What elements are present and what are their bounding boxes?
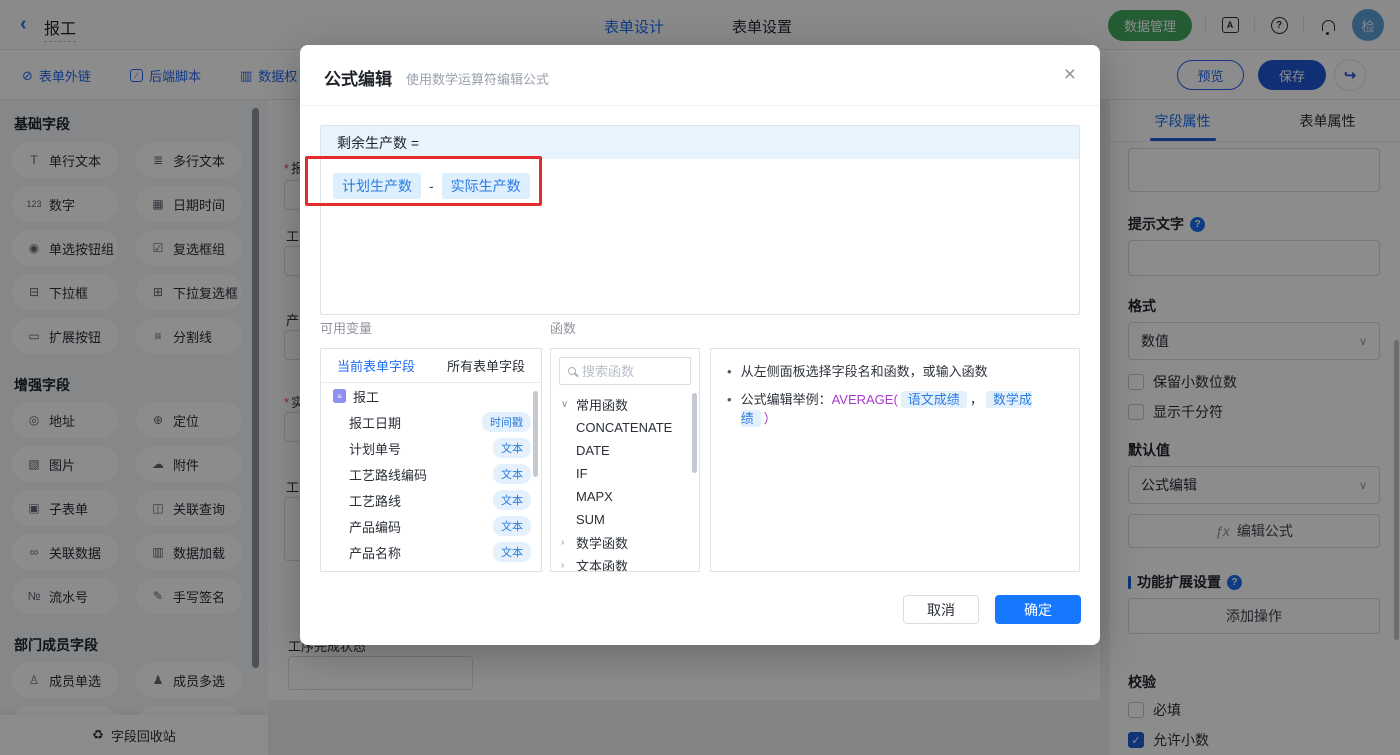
cancel-button[interactable]: 取消 [903,595,979,624]
functions-scrollbar-thumb[interactable] [692,393,697,473]
variable-row[interactable]: 产品名称 文本 [321,539,541,565]
type-badge: 文本 [493,464,531,484]
form-node[interactable]: ≡ 报工 [321,383,541,409]
close-icon[interactable]: × [1064,63,1076,87]
tip-line: • 从左侧面板选择字段名和函数，或输入函数 [727,364,988,379]
formula-edit-modal: 公式编辑 使用数学运算符编辑公式 × 剩余生产数 = 计划生产数 - 实际生产数… [300,45,1100,645]
formula-editor[interactable]: 剩余生产数 = 计划生产数 - 实际生产数 [320,125,1080,315]
modal-title: 公式编辑 [324,70,392,89]
variable-row[interactable]: 计划单号 文本 [321,435,541,461]
type-badge: 时间戳 [482,412,531,432]
function-item[interactable]: MAPX [551,485,699,508]
formula-expression: 计划生产数 - 实际生产数 [321,159,1079,199]
variables-scrollbar-thumb[interactable] [533,391,538,477]
modal-subtitle: 使用数学运算符编辑公式 [406,72,550,87]
function-group-text[interactable]: › 文本函数 [551,554,699,571]
divider [300,105,1100,106]
bullet-icon: • [727,364,732,379]
tab-all-form-fields[interactable]: 所有表单字段 [431,356,541,375]
bullet-icon: • [727,392,732,407]
chevron-right-icon: › [561,537,565,548]
function-group-common[interactable]: ∨ 常用函数 [551,393,699,416]
confirm-button[interactable]: 确定 [995,595,1081,624]
function-item[interactable]: SUM [551,508,699,531]
type-badge: 文本 [493,438,531,458]
formula-chip-actual[interactable]: 实际生产数 [441,173,530,199]
function-item[interactable]: CONCATENATE [551,416,699,439]
variables-tabs: 当前表单字段 所有表单字段 [321,349,541,383]
variable-row[interactable]: 工艺路线 文本 [321,487,541,513]
search-icon [568,367,576,375]
formula-lhs: 剩余生产数 = [321,126,1079,159]
variable-row[interactable]: 报工日期 时间戳 [321,409,541,435]
type-badge: 文本 [493,516,531,536]
functions-label: 函数 [550,321,577,336]
chevron-down-icon: ∨ [561,399,569,410]
tips-panel: • 从左侧面板选择字段名和函数，或输入函数 • 公式编辑举例：AVERAGE(语… [710,348,1080,572]
function-item[interactable]: DATE [551,439,699,462]
variables-label: 可用变量 [320,321,373,336]
app-root: ‹ 报工 表单设计 表单设置 数据管理 A ? 检 ⊘ 表单外链 ∕ 后端脚本 … [0,0,1400,755]
variable-row[interactable]: 工艺路线编码 文本 [321,461,541,487]
variables-panel: 当前表单字段 所有表单字段 ≡ 报工 报工日期 时间戳 计划单号 文本 工艺路线编码… [320,348,542,572]
function-item[interactable]: IF [551,462,699,485]
tip-example-line: • 公式编辑举例：AVERAGE(语文成绩，数学成绩） [727,391,1032,427]
example-chip: 语文成绩 [900,391,967,408]
chevron-right-icon: › [561,560,565,571]
function-search[interactable] [559,357,691,385]
type-badge: 文本 [493,490,531,510]
functions-panel: ∨常用函数 CONCATENATE DATE IF MAPX SUM ›数学函数… [550,348,700,572]
function-group-math[interactable]: › 数学函数 [551,531,699,554]
formula-chip-planned[interactable]: 计划生产数 [333,173,421,199]
function-name: AVERAGE( [831,392,898,407]
tab-current-form-fields[interactable]: 当前表单字段 [321,356,431,375]
variable-row[interactable]: 产品编码 文本 [321,513,541,539]
function-search-input[interactable] [582,363,682,379]
document-icon: ≡ [333,389,346,403]
type-badge: 文本 [493,542,531,562]
minus-operator: - [429,178,434,194]
